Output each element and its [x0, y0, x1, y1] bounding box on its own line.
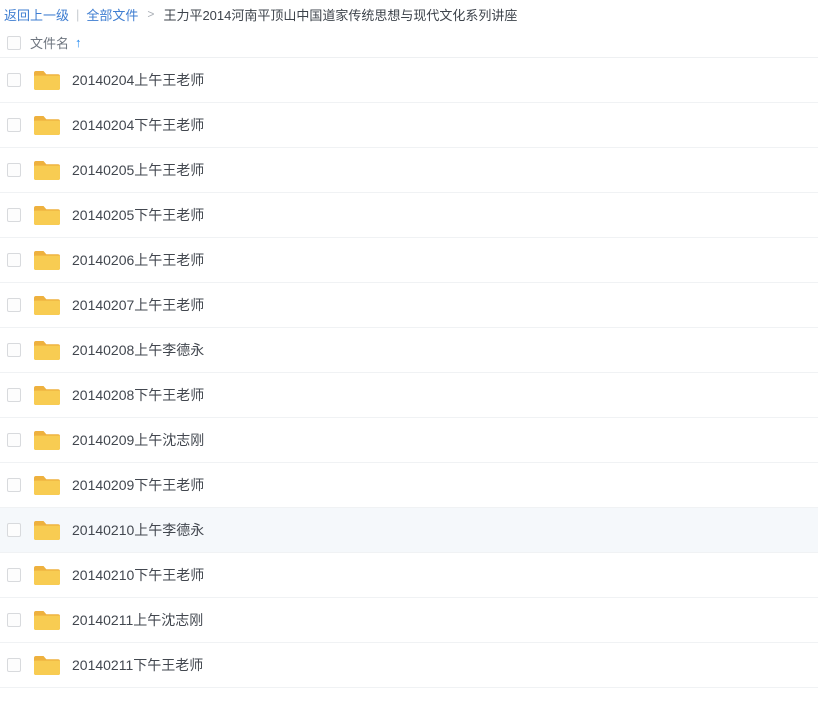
select-all-checkbox[interactable] [7, 36, 21, 50]
table-row[interactable]: 20140205上午王老师 [0, 148, 818, 193]
file-name[interactable]: 20140206上午王老师 [72, 250, 204, 270]
row-checkbox[interactable] [7, 298, 21, 312]
folder-icon [33, 248, 61, 272]
file-name[interactable]: 20140205下午王老师 [72, 205, 204, 225]
row-checkbox[interactable] [7, 613, 21, 627]
table-row[interactable]: 20140206上午王老师 [0, 238, 818, 283]
file-name[interactable]: 20140204上午王老师 [72, 70, 204, 90]
row-checkbox[interactable] [7, 73, 21, 87]
folder-icon [33, 338, 61, 362]
file-manager: 返回上一级 | 全部文件 > 王力平2014河南平顶山中国道家传统思想与现代文化… [0, 0, 818, 721]
breadcrumb: 返回上一级 | 全部文件 > 王力平2014河南平顶山中国道家传统思想与现代文化… [0, 0, 818, 28]
breadcrumb-separator-icon: > [147, 7, 154, 21]
table-row[interactable]: 20140210下午王老师 [0, 553, 818, 598]
file-name[interactable]: 20140209上午沈志刚 [72, 430, 204, 450]
table-row[interactable]: 20140209上午沈志刚 [0, 418, 818, 463]
row-checkbox[interactable] [7, 568, 21, 582]
row-checkbox[interactable] [7, 433, 21, 447]
folder-icon [33, 563, 61, 587]
table-row[interactable]: 20140211下午王老师 [0, 643, 818, 688]
file-list: 20140204上午王老师 20140204下午王老师 20140205上午王老… [0, 58, 818, 688]
current-folder-title: 王力平2014河南平顶山中国道家传统思想与现代文化系列讲座 [163, 5, 517, 24]
file-name[interactable]: 20140209下午王老师 [72, 475, 204, 495]
file-name[interactable]: 20140210下午王老师 [72, 565, 204, 585]
row-checkbox[interactable] [7, 523, 21, 537]
row-checkbox[interactable] [7, 388, 21, 402]
folder-icon [33, 608, 61, 632]
folder-icon [33, 518, 61, 542]
file-name[interactable]: 20140207上午王老师 [72, 295, 204, 315]
folder-icon [33, 473, 61, 497]
table-row[interactable]: 20140210上午李德永 [0, 508, 818, 553]
file-name[interactable]: 20140210上午李德永 [72, 520, 204, 540]
row-checkbox[interactable] [7, 118, 21, 132]
row-checkbox[interactable] [7, 163, 21, 177]
file-name[interactable]: 20140204下午王老师 [72, 115, 204, 135]
folder-icon [33, 383, 61, 407]
all-files-link[interactable]: 全部文件 [86, 5, 138, 24]
table-row[interactable]: 20140205下午王老师 [0, 193, 818, 238]
list-header: 文件名 ↑ [0, 28, 818, 58]
file-name[interactable]: 20140205上午王老师 [72, 160, 204, 180]
file-name[interactable]: 20140211下午王老师 [72, 655, 203, 675]
table-row[interactable]: 20140211上午沈志刚 [0, 598, 818, 643]
folder-icon [33, 203, 61, 227]
folder-icon [33, 653, 61, 677]
folder-icon [33, 428, 61, 452]
row-checkbox[interactable] [7, 658, 21, 672]
row-checkbox[interactable] [7, 478, 21, 492]
folder-icon [33, 158, 61, 182]
table-row[interactable]: 20140207上午王老师 [0, 283, 818, 328]
folder-icon [33, 293, 61, 317]
sort-ascending-icon[interactable]: ↑ [75, 35, 82, 50]
table-row[interactable]: 20140208上午李德永 [0, 328, 818, 373]
table-row[interactable]: 20140208下午王老师 [0, 373, 818, 418]
file-name[interactable]: 20140211上午沈志刚 [72, 610, 203, 630]
folder-icon [33, 68, 61, 92]
table-row[interactable]: 20140204上午王老师 [0, 58, 818, 103]
row-checkbox[interactable] [7, 208, 21, 222]
file-name[interactable]: 20140208上午李德永 [72, 340, 204, 360]
file-name[interactable]: 20140208下午王老师 [72, 385, 204, 405]
filename-column-header[interactable]: 文件名 [30, 33, 69, 52]
breadcrumb-divider: | [76, 7, 79, 22]
table-row[interactable]: 20140209下午王老师 [0, 463, 818, 508]
folder-icon [33, 113, 61, 137]
row-checkbox[interactable] [7, 253, 21, 267]
row-checkbox[interactable] [7, 343, 21, 357]
back-to-parent-link[interactable]: 返回上一级 [4, 5, 69, 24]
table-row[interactable]: 20140204下午王老师 [0, 103, 818, 148]
